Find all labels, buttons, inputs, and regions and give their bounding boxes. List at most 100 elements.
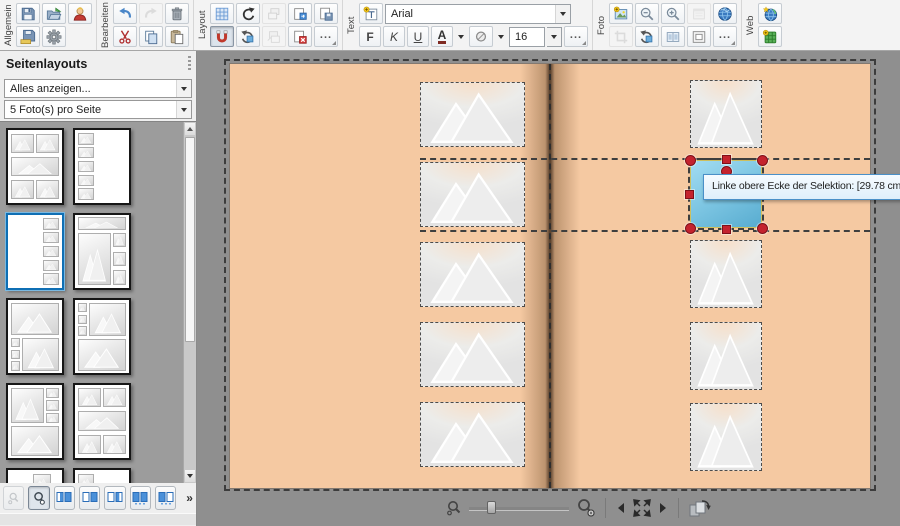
save-as-button[interactable] <box>16 26 40 47</box>
font-color-dropdown[interactable] <box>455 26 467 47</box>
selection-handle[interactable] <box>685 223 696 234</box>
photo-placeholder[interactable] <box>420 162 525 227</box>
canvas-zoom-in-button[interactable] <box>575 497 596 518</box>
selection-handle[interactable] <box>685 190 694 199</box>
photo-placeholder[interactable] <box>420 242 525 307</box>
layout-thumbnail[interactable] <box>6 468 64 483</box>
scroll-up-icon[interactable] <box>185 123 195 135</box>
rotate-view-button[interactable] <box>688 498 711 518</box>
add-photo-button[interactable] <box>609 3 633 24</box>
view-filter-right-button[interactable] <box>79 486 100 510</box>
photo-zoom-out-button[interactable] <box>635 3 659 24</box>
selection-handle[interactable] <box>722 225 731 234</box>
sidebar-overflow-button[interactable]: » <box>186 491 193 505</box>
thumbnails-larger-button[interactable] <box>28 486 49 510</box>
scroll-down-icon[interactable] <box>185 470 195 482</box>
apply-layout-button[interactable] <box>288 3 312 24</box>
photo-frame-button[interactable] <box>687 26 711 47</box>
font-size-select[interactable]: 16 <box>509 27 545 47</box>
settings-button[interactable] <box>42 26 66 47</box>
photo-placeholder[interactable] <box>690 322 762 390</box>
snap-magnet-button[interactable] <box>210 26 234 47</box>
mini-photo-box <box>11 350 21 359</box>
photos-per-page-select[interactable]: 5 Foto(s) pro Seite <box>4 100 192 119</box>
layout-thumbnail[interactable] <box>73 213 131 290</box>
layout-thumbnail[interactable] <box>6 383 64 460</box>
view-filter-left-numbered-button[interactable] <box>155 486 176 510</box>
previous-page-button[interactable] <box>615 501 626 515</box>
thumbnails-scrollbar[interactable] <box>183 122 196 483</box>
panel-grip-icon[interactable] <box>188 56 191 70</box>
account-button[interactable] <box>68 3 92 24</box>
italic-button[interactable]: K <box>383 26 405 47</box>
slider-thumb[interactable] <box>487 501 496 514</box>
layout-thumbnail[interactable] <box>73 468 131 483</box>
cut-button[interactable] <box>113 26 137 47</box>
rotate-right-button[interactable] <box>236 26 260 47</box>
layout-thumbnail-selected[interactable] <box>6 213 64 290</box>
fit-page-button[interactable] <box>632 498 652 518</box>
paste-button[interactable] <box>165 26 189 47</box>
selection-handle[interactable] <box>757 155 768 166</box>
mini-photo-box <box>78 147 94 159</box>
scrollbar-thumb[interactable] <box>185 137 195 342</box>
mini-photo-box <box>113 233 126 248</box>
view-filter-both-button[interactable] <box>54 486 75 510</box>
copy-button[interactable] <box>139 26 163 47</box>
layout-thumbnail[interactable] <box>73 383 131 460</box>
photo-placeholder[interactable] <box>690 240 762 308</box>
next-page-button[interactable] <box>658 501 669 515</box>
layout-thumbnail[interactable] <box>6 128 64 205</box>
canvas-zoom-out-button[interactable] <box>445 499 463 517</box>
page-canvas[interactable]: Linke obere Ecke der Selektion: [29.78 c… <box>197 51 900 526</box>
photo-placeholder[interactable] <box>420 82 525 147</box>
mini-photo-box <box>11 388 44 423</box>
photo-rotate-button[interactable] <box>635 26 659 47</box>
layout-more-button[interactable]: ... <box>314 26 338 47</box>
chevron-down-icon[interactable] <box>176 101 191 118</box>
canvas-zoom-slider[interactable] <box>469 500 569 516</box>
delete-button[interactable] <box>165 3 189 24</box>
selection-handle[interactable] <box>757 223 768 234</box>
selection-handle[interactable] <box>722 155 731 164</box>
text-more-button[interactable]: ... <box>564 26 588 47</box>
font-family-select[interactable]: Arial <box>385 4 571 24</box>
rotate-left-button[interactable] <box>236 3 260 24</box>
photo-placeholder[interactable] <box>690 80 762 148</box>
web-service-button[interactable] <box>758 3 782 24</box>
layouts-sidebar: Seitenlayouts Alles anzeigen... 5 Foto(s… <box>0 51 197 526</box>
web-album-button[interactable] <box>758 26 782 47</box>
selection-handle[interactable] <box>685 155 696 166</box>
chevron-down-icon[interactable] <box>176 80 191 97</box>
view-filter-left-button[interactable] <box>104 486 125 510</box>
underline-button[interactable]: U <box>407 26 429 47</box>
save-button[interactable] <box>16 3 40 24</box>
photo-placeholder[interactable] <box>690 403 762 471</box>
save-layout-button[interactable] <box>314 3 338 24</box>
photo-placeholder[interactable] <box>420 402 525 467</box>
fill-color-dropdown[interactable] <box>495 26 507 47</box>
photo-split-button[interactable] <box>661 26 685 47</box>
show-grid-button[interactable] <box>210 3 234 24</box>
layout-thumbnail[interactable] <box>6 298 64 375</box>
layout-thumbnail[interactable] <box>73 128 131 205</box>
snap-guide <box>420 230 870 232</box>
layout-category-select[interactable]: Alles anzeigen... <box>4 79 192 98</box>
add-text-frame-button[interactable] <box>359 3 383 24</box>
chevron-down-icon[interactable] <box>555 5 570 23</box>
photo-placeholder[interactable] <box>420 322 525 387</box>
font-size-dropdown[interactable] <box>547 27 562 47</box>
slider-track[interactable] <box>469 507 569 511</box>
layout-thumbnail[interactable] <box>73 298 131 375</box>
delete-layout-button[interactable] <box>288 26 312 47</box>
font-color-button[interactable]: A <box>431 26 453 47</box>
view-filter-both-numbered-button[interactable] <box>130 486 151 510</box>
undo-button[interactable] <box>113 3 137 24</box>
photo-more-button[interactable]: ... <box>713 26 737 47</box>
bold-button[interactable]: F <box>359 26 381 47</box>
separator <box>678 498 679 518</box>
photo-web-button[interactable] <box>713 3 737 24</box>
photo-zoom-in-button[interactable] <box>661 3 685 24</box>
fill-color-button[interactable] <box>469 26 493 47</box>
open-button[interactable] <box>42 3 66 24</box>
